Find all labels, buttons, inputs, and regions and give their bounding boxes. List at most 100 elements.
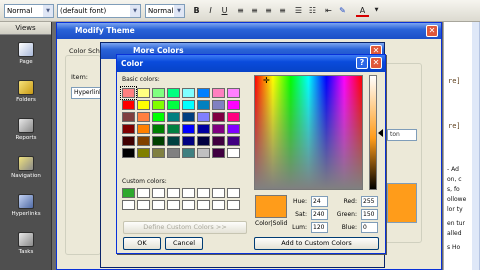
color-swatch[interactable] <box>197 112 210 122</box>
view-reports[interactable]: Reports <box>4 118 48 141</box>
outdent-icon[interactable]: ⇤ <box>322 4 335 17</box>
color-swatch[interactable] <box>152 148 165 158</box>
italic-button[interactable]: I <box>204 4 217 17</box>
chevron-down-icon[interactable]: ▼ <box>43 5 53 17</box>
color-swatch[interactable] <box>167 200 180 210</box>
chevron-down-icon[interactable]: ▼ <box>370 4 383 17</box>
color-spectrum[interactable] <box>254 75 363 190</box>
color-swatch[interactable] <box>152 112 165 122</box>
color-swatch[interactable] <box>152 136 165 146</box>
color-swatch[interactable] <box>227 88 240 98</box>
color-swatch[interactable] <box>212 188 225 198</box>
color-swatch[interactable] <box>227 148 240 158</box>
color-swatch[interactable] <box>227 136 240 146</box>
color-swatch[interactable] <box>212 136 225 146</box>
color-swatch[interactable] <box>182 188 195 198</box>
color-swatch[interactable] <box>212 112 225 122</box>
color-swatch[interactable] <box>167 124 180 134</box>
color-swatch[interactable] <box>197 188 210 198</box>
color-swatch[interactable] <box>227 188 240 198</box>
color-swatch[interactable] <box>122 188 135 198</box>
color-swatch[interactable] <box>137 200 150 210</box>
color-swatch[interactable] <box>212 200 225 210</box>
color-swatch[interactable] <box>152 124 165 134</box>
color-swatch[interactable] <box>197 136 210 146</box>
sat-input[interactable]: 240 <box>311 209 328 220</box>
color-swatch[interactable] <box>137 112 150 122</box>
color-swatch[interactable] <box>197 148 210 158</box>
close-icon[interactable]: ✕ <box>426 25 438 37</box>
chevron-down-icon[interactable]: ▼ <box>174 5 184 17</box>
view-folders[interactable]: Folders <box>4 80 48 103</box>
color-swatch[interactable] <box>167 112 180 122</box>
color-swatch[interactable] <box>212 124 225 134</box>
color-swatch[interactable] <box>227 100 240 110</box>
color-swatch[interactable] <box>182 112 195 122</box>
color-swatch[interactable] <box>227 200 240 210</box>
align-left-button[interactable]: ≡ <box>234 4 247 17</box>
close-icon[interactable]: ✕ <box>370 57 382 69</box>
color-swatch[interactable] <box>137 188 150 198</box>
color-swatch[interactable] <box>197 200 210 210</box>
color-swatch[interactable] <box>122 200 135 210</box>
bullets-icon[interactable]: ☷ <box>306 4 319 17</box>
vertical-scrollbar[interactable] <box>472 22 480 270</box>
color-swatch[interactable] <box>137 148 150 158</box>
luminosity-slider[interactable] <box>369 75 377 190</box>
color-swatch[interactable] <box>137 124 150 134</box>
bold-button[interactable]: B <box>190 4 203 17</box>
color-swatch[interactable] <box>212 100 225 110</box>
style-dropdown[interactable]: Normal ▼ <box>4 4 54 18</box>
color-swatch[interactable] <box>152 200 165 210</box>
color-swatch[interactable] <box>152 88 165 98</box>
color-swatch[interactable] <box>122 100 135 110</box>
view-page[interactable]: Page <box>4 42 48 65</box>
add-to-custom-colors-button[interactable]: Add to Custom Colors <box>254 237 379 250</box>
blue-input[interactable]: 0 <box>361 222 378 233</box>
view-navigation[interactable]: Navigation <box>4 156 48 179</box>
color-swatch[interactable] <box>182 100 195 110</box>
color-swatch[interactable] <box>212 148 225 158</box>
color-swatch[interactable] <box>197 88 210 98</box>
view-tasks[interactable]: Tasks <box>4 232 48 255</box>
color-swatch[interactable] <box>167 100 180 110</box>
define-custom-colors-button[interactable]: Define Custom Colors >> <box>123 221 247 234</box>
justify-button[interactable]: ≡ <box>276 4 289 17</box>
cancel-button[interactable]: Cancel <box>165 237 203 250</box>
color-swatch[interactable] <box>122 112 135 122</box>
color-swatch[interactable] <box>152 100 165 110</box>
color-swatch[interactable] <box>197 100 210 110</box>
color-swatch[interactable] <box>182 148 195 158</box>
luminosity-arrow-icon[interactable] <box>378 129 383 137</box>
color-swatch[interactable] <box>120 86 137 100</box>
view-hyperlinks[interactable]: Hyperlinks <box>4 194 48 217</box>
color-swatch[interactable] <box>167 148 180 158</box>
color-swatch[interactable] <box>122 136 135 146</box>
color-swatch[interactable] <box>197 124 210 134</box>
color-swatch[interactable] <box>182 136 195 146</box>
color-swatch[interactable] <box>212 88 225 98</box>
color-swatch[interactable] <box>182 200 195 210</box>
color-swatch[interactable] <box>182 124 195 134</box>
numbering-icon[interactable]: ☰ <box>292 4 305 17</box>
green-input[interactable]: 150 <box>361 209 378 220</box>
red-input[interactable]: 255 <box>361 196 378 207</box>
lum-input[interactable]: 120 <box>311 222 328 233</box>
color-swatch[interactable] <box>167 88 180 98</box>
color-swatch[interactable] <box>227 124 240 134</box>
hue-input[interactable]: 24 <box>311 196 328 207</box>
color-swatch[interactable] <box>137 100 150 110</box>
underline-button[interactable]: U <box>218 4 231 17</box>
align-right-button[interactable]: ≡ <box>262 4 275 17</box>
chevron-down-icon[interactable]: ▼ <box>130 5 140 17</box>
font-color-button[interactable]: A <box>356 4 369 17</box>
color-swatch[interactable] <box>182 88 195 98</box>
font-dropdown[interactable]: (default font) ▼ <box>57 4 141 18</box>
color-swatch[interactable] <box>137 136 150 146</box>
color-swatch[interactable] <box>227 112 240 122</box>
color-swatch[interactable] <box>137 88 150 98</box>
ok-button[interactable]: OK <box>123 237 161 250</box>
help-icon[interactable]: ? <box>356 57 368 69</box>
color-swatch[interactable] <box>152 188 165 198</box>
size-dropdown[interactable]: Normal ▼ <box>145 4 185 18</box>
